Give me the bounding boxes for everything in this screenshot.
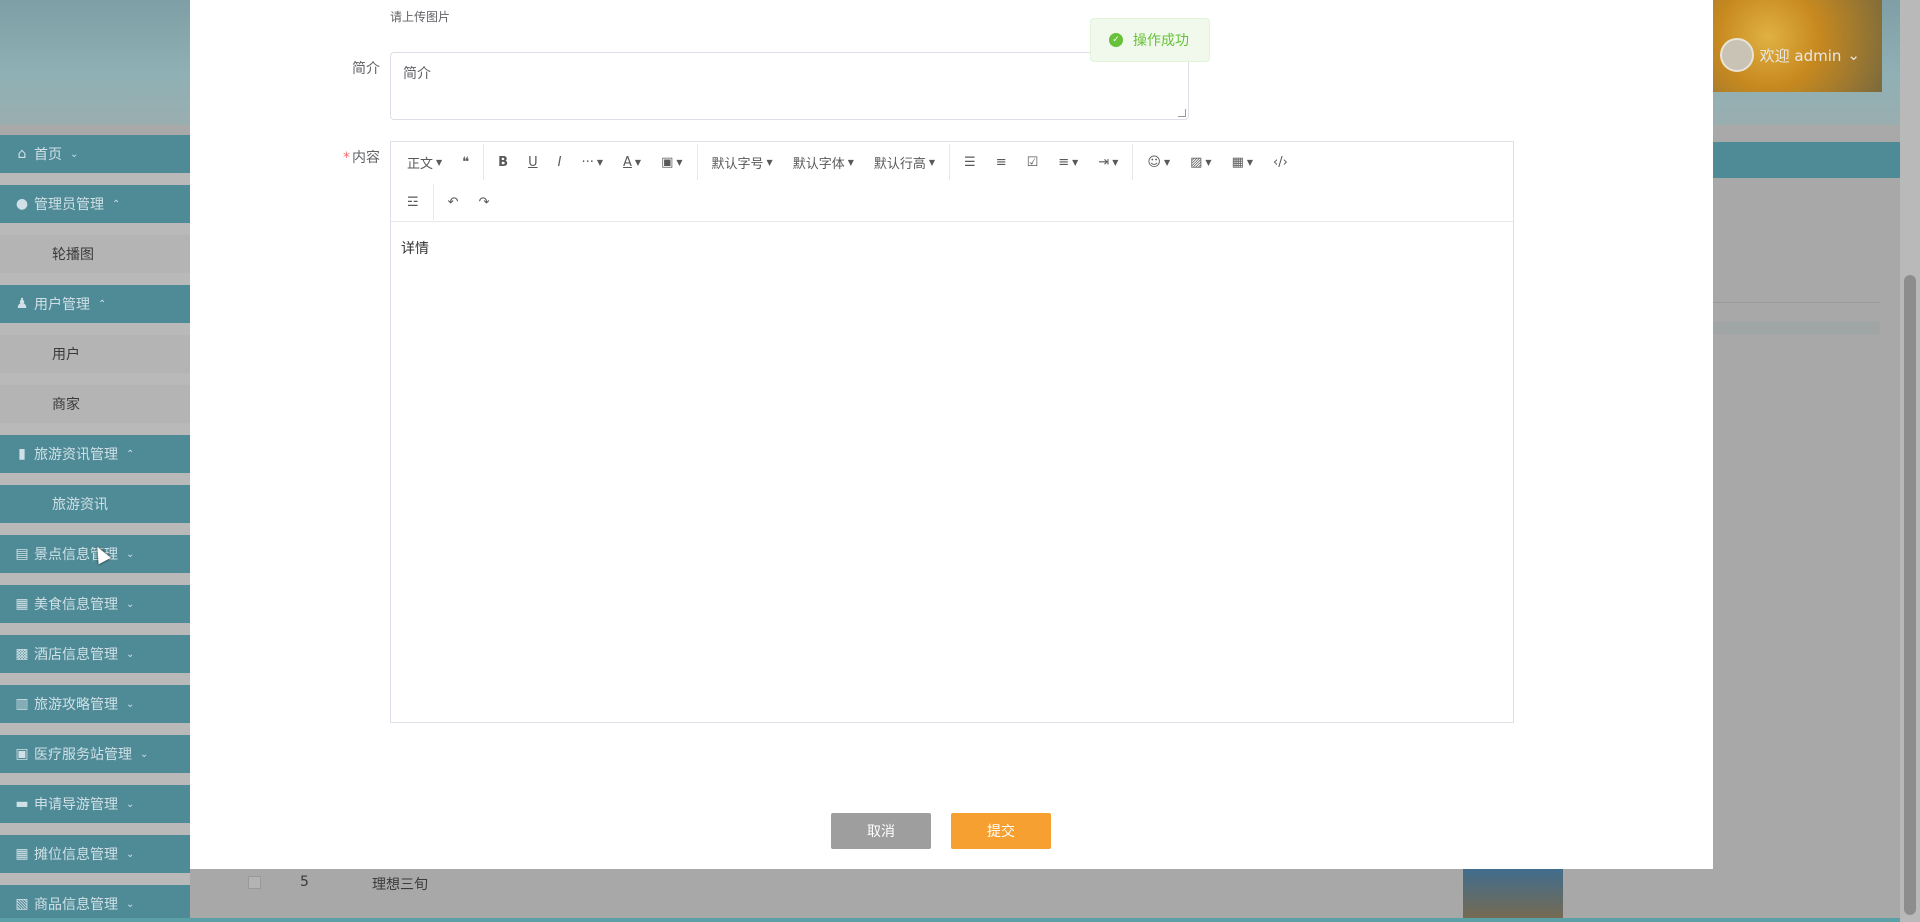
sidebar-item-carousel[interactable]: 轮播图	[0, 235, 190, 273]
sidebar: ⌂ 首页 ⌄ ● 管理员管理 ⌃ 轮播图 ♟ 用户管理 ⌃ 用户 商家 ▮ 旅游资讯管理 ⌃ 旅…	[0, 135, 190, 922]
sidebar-item-medical[interactable]: ▣ 医疗服务站管理 ⌄	[0, 735, 190, 773]
line-height-dropdown[interactable]: 默认行高 ▼	[864, 146, 945, 178]
store-icon: ▤	[15, 546, 29, 562]
content-label: * 内容	[343, 150, 380, 166]
chevron-down-icon: ⌄	[1847, 46, 1860, 64]
edit-dialog: 请上传图片 简介 简介 * 内容 正文 ▼ ❝ B U I ··· ▼ A ▼ ▣ ▼ 默…	[190, 0, 1713, 869]
sidebar-item-news[interactable]: 旅游资讯	[0, 485, 190, 523]
cancel-button[interactable]: 取消	[831, 813, 931, 849]
success-toast: ✓ 操作成功	[1090, 18, 1210, 62]
undo-icon[interactable]: ↶	[438, 186, 469, 218]
sidebar-item-admin[interactable]: ● 管理员管理 ⌃	[0, 185, 190, 223]
chevron-down-icon: ⌄	[126, 698, 135, 710]
chevron-up-icon: ⌃	[126, 448, 135, 460]
user-menu[interactable]: 欢迎 admin ⌄	[1719, 38, 1860, 72]
upload-hint: 请上传图片	[390, 10, 451, 24]
chevron-up-icon: ⌃	[112, 198, 121, 210]
numbered-list-icon[interactable]: ≡	[986, 146, 1017, 178]
check-circle-icon: ✓	[1109, 33, 1123, 47]
bold-icon[interactable]: B	[488, 146, 518, 178]
sidebar-item-users[interactable]: 用户	[0, 335, 190, 373]
editor-content[interactable]: 详情	[391, 222, 1513, 274]
admin-icon: ●	[15, 196, 29, 212]
chevron-down-icon: ⌄	[126, 798, 135, 810]
summary-value: 简介	[403, 66, 431, 82]
image-icon[interactable]: ▨ ▼	[1180, 146, 1221, 178]
bottom-strip	[0, 918, 1900, 922]
sidebar-item-user-mgmt[interactable]: ♟ 用户管理 ⌃	[0, 285, 190, 323]
table-header	[1712, 322, 1880, 334]
editor-toolbar: 正文 ▼ ❝ B U I ··· ▼ A ▼ ▣ ▼ 默认字号 ▼ 默认字体 ▼ 默认行高 ▼…	[391, 142, 1513, 222]
sidebar-item-hotel[interactable]: ▩ 酒店信息管理 ⌄	[0, 635, 190, 673]
chevron-down-icon: ⌄	[126, 848, 135, 860]
table-row[interactable]: 5 理想三旬	[240, 868, 1880, 898]
bg-color-icon[interactable]: ▣ ▼	[651, 146, 692, 178]
divider-icon[interactable]: ☲	[397, 186, 429, 218]
scrollbar-thumb[interactable]	[1904, 275, 1916, 915]
table-icon[interactable]: ▦ ▼	[1222, 146, 1263, 178]
chevron-down-icon: ⌄	[126, 598, 135, 610]
quote-icon[interactable]: ❝	[452, 146, 479, 178]
row-thumbnail	[1463, 868, 1563, 922]
goods-icon: ▧	[15, 896, 29, 912]
sidebar-item-news-mgmt[interactable]: ▮ 旅游资讯管理 ⌃	[0, 435, 190, 473]
code-icon[interactable]: ‹/›	[1263, 146, 1298, 178]
indent-icon[interactable]: ⇥ ▼	[1088, 146, 1128, 178]
font-size-dropdown[interactable]: 默认字号 ▼	[702, 146, 783, 178]
table-divider	[1712, 302, 1880, 303]
content-header-bar	[1712, 142, 1900, 178]
sidebar-item-merchants[interactable]: 商家	[0, 385, 190, 423]
gift-icon: ▣	[15, 746, 29, 762]
sidebar-item-home[interactable]: ⌂ 首页 ⌄	[0, 135, 190, 173]
align-icon[interactable]: ≡ ▼	[1048, 146, 1088, 178]
row-title: 理想三旬	[372, 877, 428, 893]
required-mark: *	[343, 150, 350, 166]
font-family-dropdown[interactable]: 默认字体 ▼	[783, 146, 864, 178]
toast-message: 操作成功	[1133, 33, 1189, 49]
sidebar-item-stalls[interactable]: ▦ 摊位信息管理 ⌄	[0, 835, 190, 873]
chevron-down-icon: ⌄	[126, 548, 135, 560]
row-checkbox[interactable]	[248, 876, 261, 889]
home-icon: ⌂	[17, 146, 27, 162]
building-icon: ▥	[15, 696, 29, 712]
submit-button[interactable]: 提交	[951, 813, 1051, 849]
paragraph-dropdown[interactable]: 正文 ▼	[397, 146, 452, 178]
italic-icon[interactable]: I	[548, 146, 572, 178]
bullet-list-icon[interactable]: ☰	[954, 146, 986, 178]
car-icon: ▩	[15, 646, 29, 662]
sidebar-item-guides[interactable]: ▥ 旅游攻略管理 ⌄	[0, 685, 190, 723]
chevron-down-icon: ⌄	[126, 898, 135, 910]
chevron-up-icon: ⌃	[98, 298, 107, 310]
redo-icon[interactable]: ↷	[469, 186, 500, 218]
sidebar-item-tour-guide[interactable]: ▬ 申请导游管理 ⌄	[0, 785, 190, 823]
sidebar-item-goods[interactable]: ▧ 商品信息管理 ⌄	[0, 885, 190, 922]
tiles-icon: ▦	[15, 846, 29, 862]
book-icon: ▮	[18, 446, 26, 462]
editor-text: 详情	[401, 241, 429, 257]
user-icon: ♟	[15, 296, 29, 312]
font-color-icon[interactable]: A ▼	[613, 146, 651, 178]
chevron-down-icon: ⌄	[140, 748, 149, 760]
resize-handle[interactable]	[1178, 109, 1186, 117]
todo-icon[interactable]: ☑	[1017, 146, 1049, 178]
briefcase-icon: ▬	[15, 796, 29, 812]
more-icon[interactable]: ··· ▼	[571, 146, 613, 178]
avatar	[1719, 38, 1754, 72]
grid-icon: ▦	[15, 596, 29, 612]
sidebar-item-food[interactable]: ▦ 美食信息管理 ⌄	[0, 585, 190, 623]
underline-icon[interactable]: U	[518, 146, 548, 178]
welcome-text: 欢迎 admin	[1759, 46, 1842, 65]
emoji-icon[interactable]: ☺ ▼	[1137, 146, 1180, 178]
row-index: 5	[300, 874, 309, 890]
rich-text-editor: 正文 ▼ ❝ B U I ··· ▼ A ▼ ▣ ▼ 默认字号 ▼ 默认字体 ▼ 默认行高 ▼…	[390, 141, 1514, 723]
summary-label: 简介	[352, 61, 380, 77]
page-scrollbar[interactable]	[1900, 0, 1920, 922]
chevron-down-icon: ⌄	[126, 648, 135, 660]
summary-textarea[interactable]: 简介	[390, 52, 1189, 120]
chevron-down-icon: ⌄	[70, 148, 79, 160]
